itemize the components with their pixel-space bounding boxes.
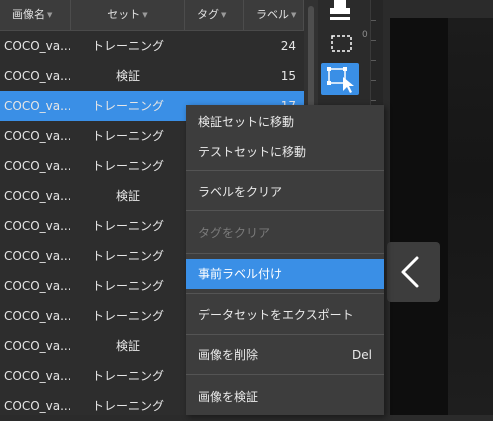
shortcut-label: Del [352, 348, 372, 362]
set-cell: 検証 [115, 339, 140, 353]
image-name-cell: COCO_va... [4, 219, 70, 233]
set-cell: トレーニング [91, 399, 164, 413]
menu-separator [186, 170, 384, 171]
image-preview [448, 18, 493, 415]
column-header-tag[interactable]: タグ ▼ [185, 0, 244, 30]
menu-item-export-dataset[interactable]: データセットをエクスポート [186, 300, 384, 330]
label-count-cell: 15 [280, 69, 296, 83]
image-name-cell: COCO_va... [4, 159, 70, 173]
menu-item-move-to-validation[interactable]: 検証セットに移動 [186, 107, 384, 137]
image-name-cell: COCO_va... [4, 129, 70, 143]
image-name-cell: COCO_va... [4, 309, 70, 323]
menu-item-pre-label[interactable]: 事前ラベル付け [186, 259, 384, 289]
image-name-cell: COCO_va... [4, 189, 70, 203]
collapse-panel-button[interactable] [387, 242, 440, 302]
menu-separator [186, 374, 384, 375]
menu-item-clear-tags: タグをクリア [198, 226, 271, 240]
image-name-cell: COCO_va... [4, 279, 70, 293]
set-cell: トレーニング [91, 159, 164, 173]
set-cell: トレーニング [91, 99, 164, 113]
rect-select-tool-button[interactable] [321, 30, 359, 62]
column-header-label[interactable]: ラベル ▼ [244, 0, 304, 30]
image-name-cell: COCO_va... [4, 69, 70, 83]
set-cell: トレーニング [91, 249, 164, 263]
menu-item-delete-image[interactable]: 画像を削除 Del [186, 340, 384, 370]
image-canvas[interactable] [390, 18, 493, 415]
image-name-cell: COCO_va... [4, 339, 70, 353]
set-cell: 検証 [115, 69, 140, 83]
sort-arrow-icon: ▼ [291, 11, 297, 19]
rect-label-cursor-icon [327, 67, 354, 93]
menu-separator [186, 210, 384, 211]
label-count-cell: 24 [280, 39, 296, 53]
set-cell: 検証 [115, 189, 140, 203]
column-header-set[interactable]: セット ▼ [71, 0, 185, 30]
menu-separator [186, 253, 384, 254]
rect-label-tool-button[interactable] [321, 63, 359, 95]
set-cell: トレーニング [91, 369, 164, 383]
image-name-cell: COCO_va... [4, 249, 70, 263]
sort-arrow-icon: ▼ [142, 11, 148, 19]
table-row[interactable]: COCO_va... トレーニング 24 [0, 31, 304, 61]
image-name-cell: COCO_va... [4, 99, 70, 113]
set-cell: トレーニング [91, 279, 164, 293]
menu-separator [186, 334, 384, 335]
sort-arrow-icon: ▼ [221, 11, 227, 19]
dashed-rect-select-icon [331, 35, 352, 52]
stamp-tool-button[interactable] [321, 0, 359, 32]
set-cell: トレーニング [91, 219, 164, 233]
table-header: 画像名 ▼ セット ▼ タグ ▼ ラベル ▼ [0, 0, 318, 31]
menu-separator [186, 293, 384, 294]
image-name-cell: COCO_va... [4, 399, 70, 413]
set-cell: トレーニング [91, 309, 164, 323]
context-menu: 検証セットに移動 テストセットに移動 ラベルをクリア タグをクリア 事前ラベル付… [186, 105, 384, 415]
sort-arrow-icon: ▼ [47, 11, 53, 19]
set-cell: トレーニング [91, 39, 164, 53]
menu-item-verify-image[interactable]: 画像を検証 [186, 382, 384, 412]
ruler-number: 0 [362, 30, 368, 40]
menu-item-clear-labels[interactable]: ラベルをクリア [186, 177, 384, 207]
image-name-cell: COCO_va... [4, 369, 70, 383]
column-header-image-name[interactable]: 画像名 ▼ [0, 0, 71, 30]
chevron-left-icon [401, 256, 419, 288]
stamp-icon [330, 0, 350, 20]
menu-item-move-to-test[interactable]: テストセットに移動 [186, 137, 384, 167]
set-cell: トレーニング [91, 129, 164, 143]
table-row[interactable]: COCO_va... 検証 15 [0, 61, 304, 91]
image-name-cell: COCO_va... [4, 39, 70, 53]
